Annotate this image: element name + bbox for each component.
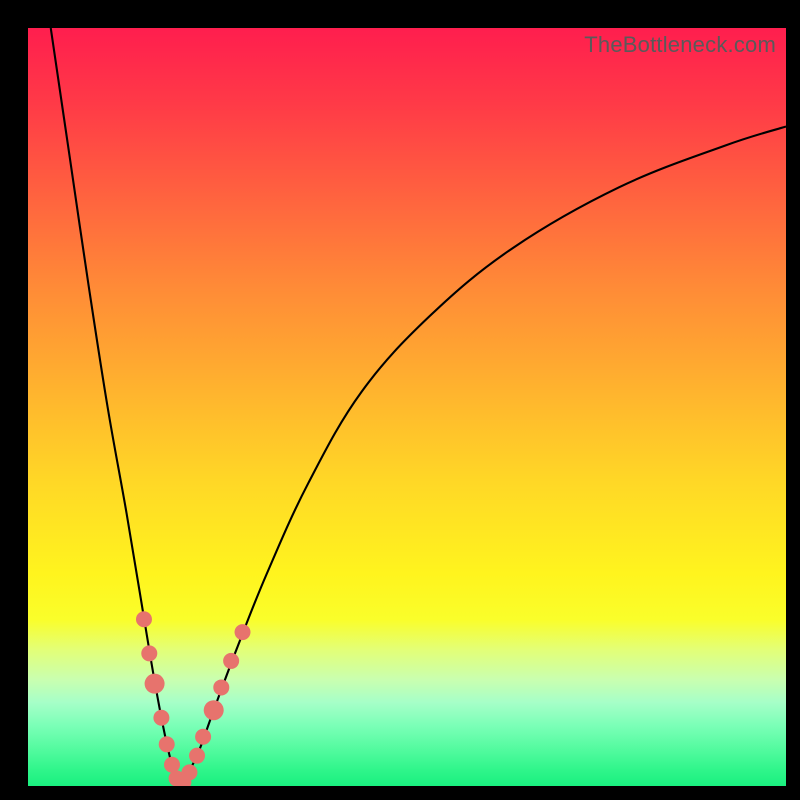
data-point-marker [235, 624, 251, 640]
data-point-marker [223, 653, 239, 669]
chart-frame: TheBottleneck.com [0, 0, 800, 800]
data-point-marker [141, 645, 157, 661]
plot-area: TheBottleneck.com [28, 28, 786, 786]
data-point-marker [189, 748, 205, 764]
data-point-marker [153, 710, 169, 726]
data-point-marker [145, 674, 165, 694]
chart-svg [28, 28, 786, 786]
data-point-marker [195, 729, 211, 745]
data-point-marker [204, 700, 224, 720]
data-point-marker [181, 764, 197, 780]
data-point-marker [159, 736, 175, 752]
curve-left [51, 28, 180, 786]
curve-right [180, 127, 786, 786]
marker-group [136, 611, 251, 786]
data-point-marker [213, 679, 229, 695]
data-point-marker [136, 611, 152, 627]
data-point-marker [164, 757, 180, 773]
